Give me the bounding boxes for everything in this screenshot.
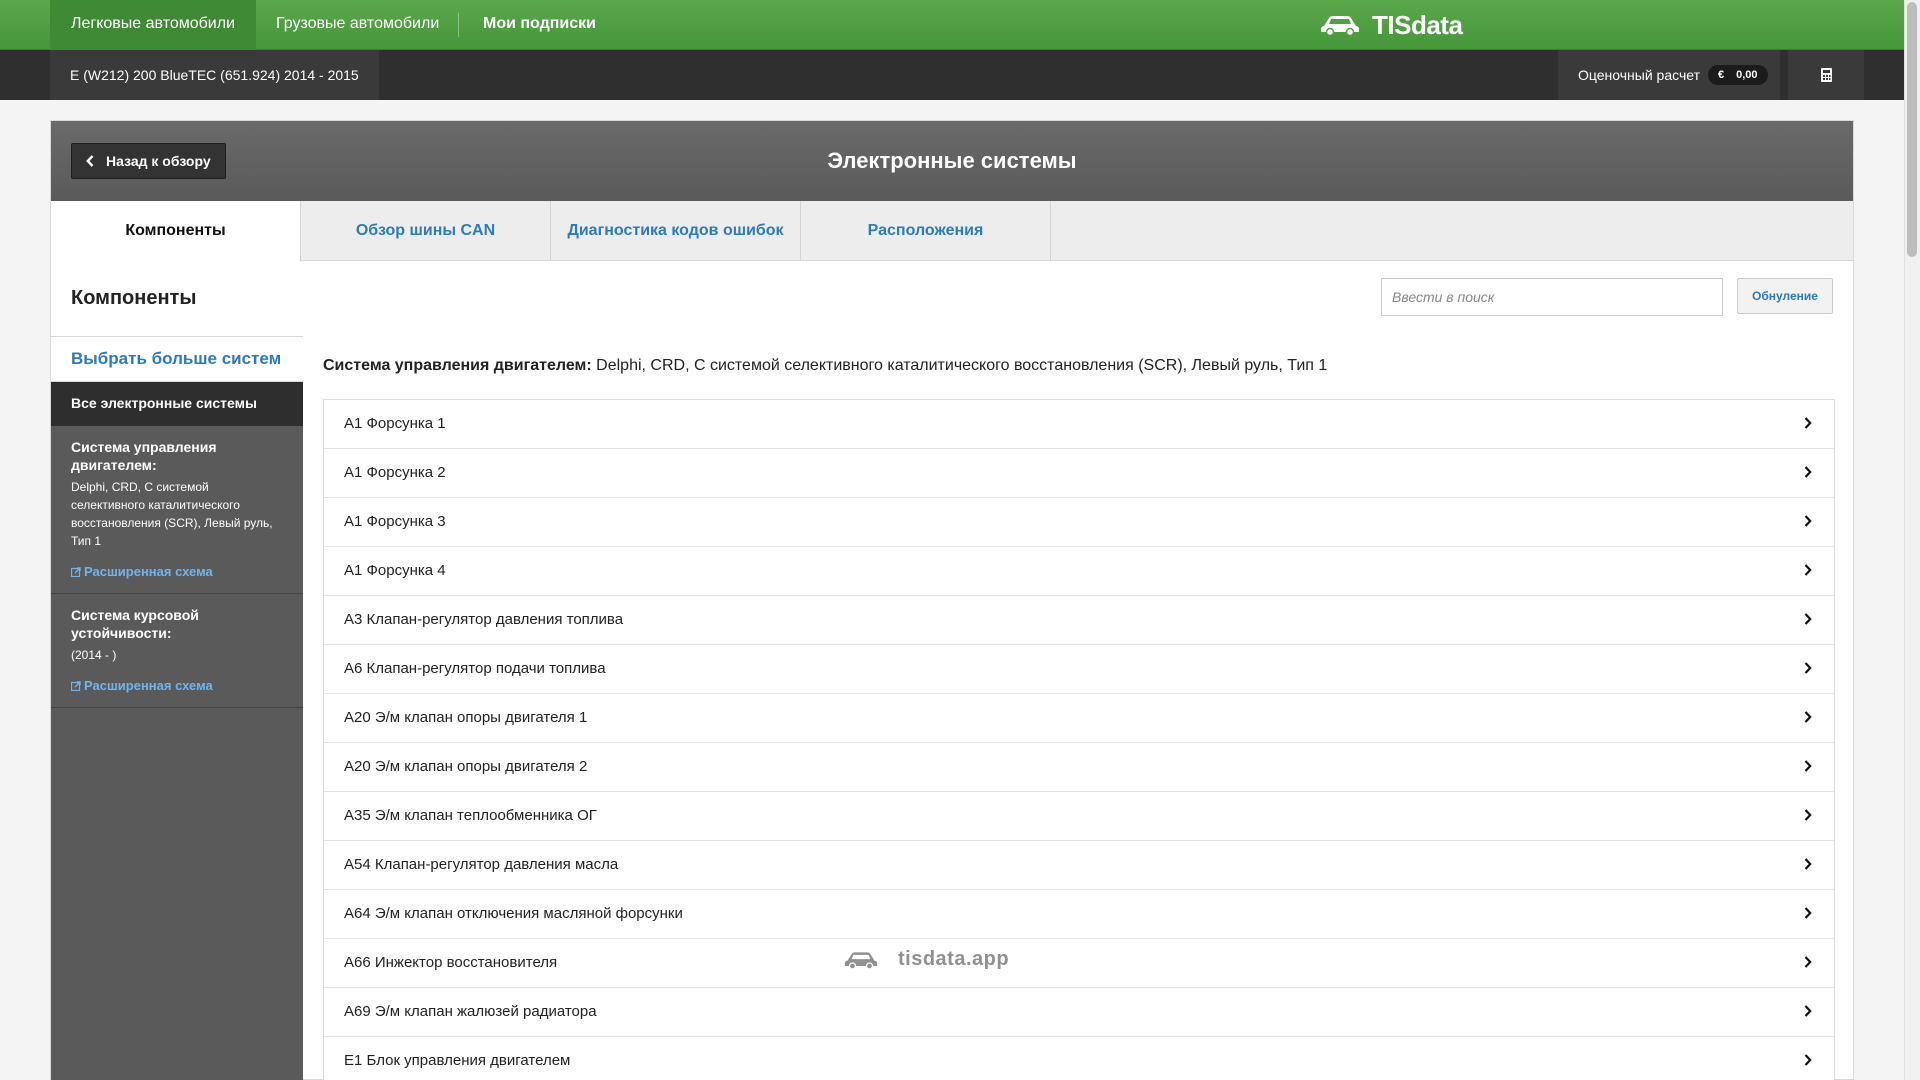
- reset-button[interactable]: Обнуление: [1737, 278, 1833, 314]
- sidebar-item-stability-control[interactable]: Система курсовой устойчивости: (2014 - )…: [51, 594, 303, 708]
- component-row[interactable]: E1 Блок управления двигателем: [324, 1037, 1834, 1080]
- component-row[interactable]: A1 Форсунка 1: [324, 400, 1834, 449]
- component-label: A69 Э/м клапан жалюзей радиатора: [344, 1003, 597, 1020]
- sidebar-system-heading: Система управления двигателем:: [71, 439, 217, 473]
- component-label: A3 Клапан-регулятор давления топлива: [344, 611, 624, 628]
- section-title: Компоненты: [71, 287, 197, 309]
- chevron-right-icon: [1804, 417, 1812, 429]
- extended-diagram-link[interactable]: Расширенная схема: [71, 564, 283, 579]
- chevron-right-icon: [1804, 1054, 1812, 1066]
- panel-header: Электронные системы Назад к обзору: [51, 121, 1853, 201]
- estimate-label: Оценочный расчет: [1578, 67, 1700, 83]
- logo-text: TISdata: [1372, 9, 1463, 40]
- page-title: Электронные системы: [827, 148, 1077, 173]
- sidebar-system-detail: Delphi, CRD, С системой селективного кат…: [71, 480, 273, 548]
- nav-tab-cars[interactable]: Легковые автомобили: [50, 0, 256, 50]
- chevron-right-icon: [1804, 613, 1812, 625]
- search-input[interactable]: [1381, 278, 1723, 316]
- calculator-button[interactable]: [1788, 50, 1864, 100]
- component-row[interactable]: A1 Форсунка 4: [324, 547, 1834, 596]
- component-row[interactable]: A66 Инжектор восстановителя: [324, 939, 1834, 988]
- tab-locations[interactable]: Расположения: [801, 201, 1051, 261]
- extended-diagram-label: Расширенная схема: [84, 564, 213, 579]
- component-label: A20 Э/м клапан опоры двигателя 2: [344, 758, 588, 775]
- component-row[interactable]: A54 Клапан-регулятор давления масла: [324, 841, 1834, 890]
- estimate-amount-badge: € 0,00: [1708, 65, 1768, 85]
- component-label: A54 Клапан-регулятор давления масла: [344, 856, 619, 873]
- scrollbar-thumb[interactable]: [1907, 2, 1917, 257]
- component-row[interactable]: A20 Э/м клапан опоры двигателя 2: [324, 743, 1834, 792]
- select-more-systems-button[interactable]: Выбрать больше систем: [51, 336, 303, 382]
- chevron-right-icon: [1804, 760, 1812, 772]
- extended-diagram-link[interactable]: Расширенная схема: [71, 678, 283, 693]
- tab-components[interactable]: Компоненты: [51, 201, 301, 262]
- component-row[interactable]: A69 Э/м клапан жалюзей радиатора: [324, 988, 1834, 1037]
- component-label: A64 Э/м клапан отключения масляной форсу…: [344, 905, 683, 922]
- back-to-overview-button[interactable]: Назад к обзору: [71, 143, 226, 179]
- estimate-button[interactable]: Оценочный расчет € 0,00: [1558, 50, 1780, 100]
- system-heading-label: Система управления двигателем:: [323, 357, 592, 374]
- chevron-right-icon: [1804, 662, 1812, 674]
- component-row[interactable]: A64 Э/м клапан отключения масляной форсу…: [324, 890, 1834, 939]
- extended-diagram-label: Расширенная схема: [84, 678, 213, 693]
- sidebar-system-detail: (2014 - ): [71, 648, 117, 662]
- back-button-label: Назад к обзору: [106, 153, 211, 169]
- tab-error-code-diagnostics[interactable]: Диагностика кодов ошибок: [551, 201, 801, 261]
- component-label: A1 Форсунка 2: [344, 464, 446, 481]
- component-label: A1 Форсунка 1: [344, 415, 446, 432]
- sidebar-item-all-systems[interactable]: Все электронные системы: [51, 382, 303, 426]
- chevron-left-icon: [86, 155, 94, 167]
- component-row[interactable]: A1 Форсунка 3: [324, 498, 1834, 547]
- estimate-amount: 0,00: [1736, 69, 1758, 81]
- component-label: A66 Инжектор восстановителя: [344, 954, 558, 971]
- tab-can-bus-overview[interactable]: Обзор шины CAN: [301, 201, 551, 261]
- car-icon: [844, 951, 878, 970]
- chevron-right-icon: [1804, 711, 1812, 723]
- component-row[interactable]: A3 Клапан-регулятор давления топлива: [324, 596, 1834, 645]
- component-label: E1 Блок управления двигателем: [344, 1052, 571, 1069]
- chevron-right-icon: [1804, 858, 1812, 870]
- panel-tabs: Компоненты Обзор шины CAN Диагностика ко…: [51, 201, 1853, 262]
- chevron-right-icon: [1804, 907, 1812, 919]
- watermark: tisdata.app: [844, 948, 1009, 971]
- external-link-icon: [71, 566, 81, 577]
- component-list: A1 Форсунка 1 A1 Форсунка 2 A1 Форсунка 3 A…: [323, 399, 1835, 1080]
- chevron-right-icon: [1804, 809, 1812, 821]
- nav-tab-subscriptions[interactable]: Мои подписки: [463, 0, 616, 50]
- nav-divider: [458, 13, 459, 37]
- top-navigation: Легковые автомобили Грузовые автомобили …: [0, 0, 1904, 50]
- nav-tab-trucks[interactable]: Грузовые автомобили: [256, 0, 459, 50]
- chevron-right-icon: [1804, 466, 1812, 478]
- logo[interactable]: TISdata: [1320, 0, 1463, 50]
- sidebar-system-heading: Система курсовой устойчивости:: [71, 607, 199, 641]
- vehicle-bar: E (W212) 200 BlueTEC (651.924) 2014 - 20…: [0, 50, 1904, 100]
- system-heading-detail: Delphi, CRD, С системой селективного кат…: [596, 357, 1328, 374]
- chevron-right-icon: [1804, 564, 1812, 576]
- currency-symbol: €: [1718, 69, 1725, 81]
- vehicle-selector[interactable]: E (W212) 200 BlueTEC (651.924) 2014 - 20…: [50, 50, 379, 100]
- component-label: A1 Форсунка 3: [344, 513, 446, 530]
- sidebar-item-engine-management[interactable]: Система управления двигателем: Delphi, C…: [51, 426, 303, 594]
- component-row[interactable]: A35 Э/м клапан теплообменника ОГ: [324, 792, 1834, 841]
- component-row[interactable]: A20 Э/м клапан опоры двигателя 1: [324, 694, 1834, 743]
- component-row[interactable]: A1 Форсунка 2: [324, 449, 1834, 498]
- car-icon: [1321, 16, 1359, 36]
- component-label: A1 Форсунка 4: [344, 562, 446, 579]
- component-label: A20 Э/м клапан опоры двигателя 1: [344, 709, 588, 726]
- systems-sidebar: Выбрать больше систем Все электронные си…: [51, 336, 303, 1080]
- component-label: A6 Клапан-регулятор подачи топлива: [344, 660, 606, 677]
- chevron-right-icon: [1804, 515, 1812, 527]
- chevron-right-icon: [1804, 1005, 1812, 1017]
- electronic-systems-panel: Электронные системы Назад к обзору Компо…: [50, 120, 1854, 1080]
- calculator-icon: [1820, 68, 1832, 82]
- system-heading: Система управления двигателем: Delphi, C…: [323, 357, 1327, 375]
- watermark-text: tisdata.app: [898, 948, 1010, 970]
- component-label: A35 Э/м клапан теплообменника ОГ: [344, 807, 597, 824]
- chevron-right-icon: [1804, 956, 1812, 968]
- component-row[interactable]: A6 Клапан-регулятор подачи топлива: [324, 645, 1834, 694]
- external-link-icon: [71, 680, 81, 691]
